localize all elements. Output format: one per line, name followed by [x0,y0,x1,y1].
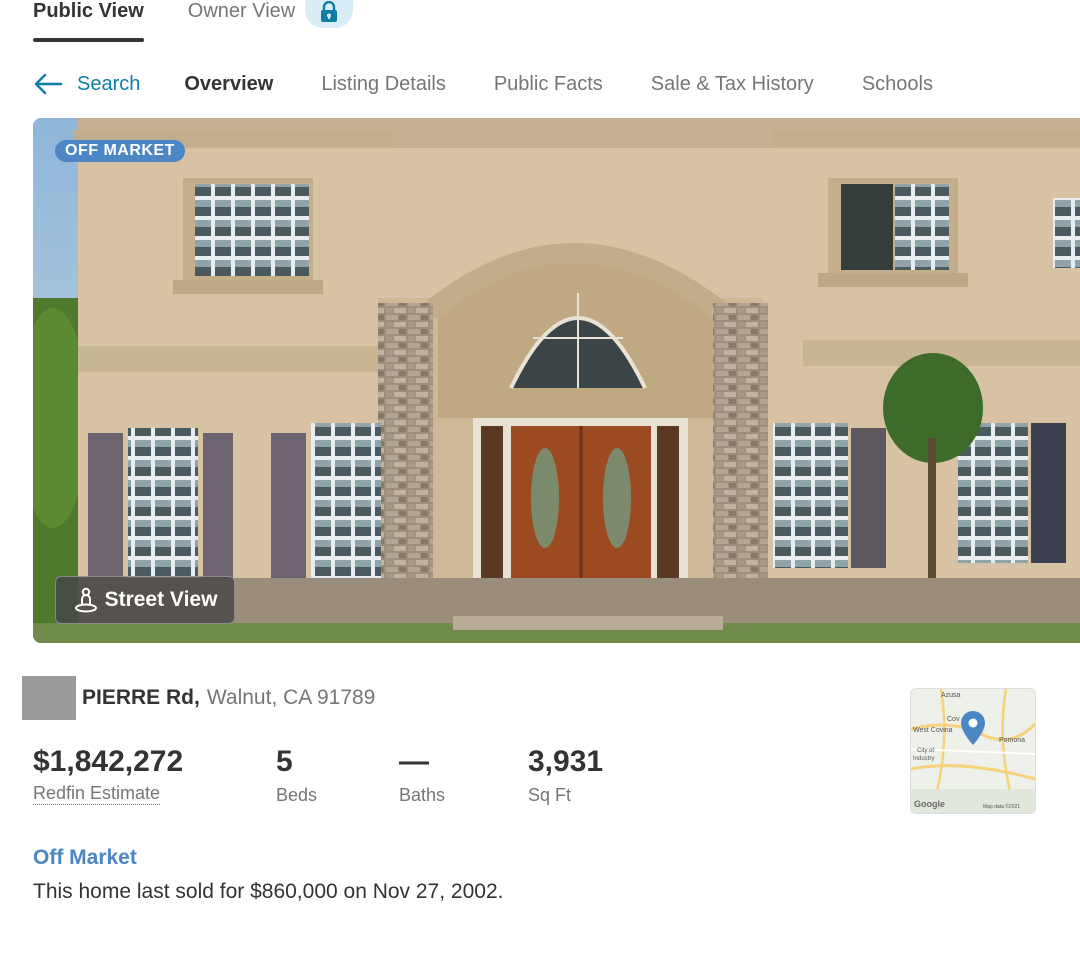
stat-price: $1,842,272 Redfin Estimate [33,742,276,808]
map-attribution: Map data ©2021 [983,803,1020,810]
house-photo-image [33,118,1080,643]
address-city: Walnut, CA 91789 [206,686,376,709]
section-nav: Search Overview Listing Details Public F… [33,66,981,102]
property-photo[interactable]: OFF MARKET Street View [33,118,1080,643]
street-view-label: Street View [104,588,218,611]
mini-map[interactable]: Azusa Cov West Covina Pomona City of Ind… [910,688,1036,814]
nav-overview[interactable]: Overview [184,73,273,96]
back-to-search-link[interactable]: Search [33,73,140,96]
nav-listing-details[interactable]: Listing Details [321,73,446,96]
map-image: Azusa Cov West Covina Pomona City of Ind… [911,689,1035,813]
arrow-left-icon [34,73,63,95]
beds-value: 5 [276,745,293,778]
back-label: Search [77,72,141,95]
address-street: PIERRE Rd, [82,686,200,709]
lock-icon [321,1,337,22]
price-value: $1,842,272 [33,745,184,778]
nav-public-facts[interactable]: Public Facts [494,73,603,96]
street-view-button[interactable]: Street View [55,576,235,624]
map-label-industry: Industry [913,756,934,762]
baths-value: — [399,745,429,778]
owner-lock-button[interactable] [305,0,353,28]
tab-owner-view[interactable]: Owner View [188,0,295,42]
stat-sqft: 3,931 Sq Ft [528,742,603,808]
map-google-logo: Google [914,799,945,809]
beds-label: Beds [276,785,318,805]
tab-public-view[interactable]: Public View [33,0,144,42]
home-stats: $1,842,272 Redfin Estimate 5 Beds — Bath… [33,742,603,808]
map-label-pomona: Pomona [999,737,1025,744]
stat-beds: 5 Beds [276,742,399,808]
status-title: Off Market [33,846,137,869]
redacted-house-number [22,676,76,720]
view-tabs: Public View Owner View [33,0,339,44]
stat-baths: — Baths [399,742,528,808]
map-label-cov: Cov [947,716,960,723]
sqft-value: 3,931 [528,745,604,778]
sqft-label: Sq Ft [528,785,572,805]
map-label-city-of: City of [917,748,934,754]
redfin-estimate-link[interactable]: Redfin Estimate [33,782,161,805]
address: PIERRE Rd, Walnut, CA 91789 [22,676,375,720]
status-description: This home last sold for $860,000 on Nov … [33,880,504,903]
off-market-badge: OFF MARKET [55,140,185,162]
baths-label: Baths [399,785,446,805]
nav-schools[interactable]: Schools [862,73,933,96]
nav-sale-tax-history[interactable]: Sale & Tax History [651,73,814,96]
map-label-west-covina: West Covina [913,727,953,734]
map-label-azusa: Azusa [941,692,961,699]
pegman-icon [74,587,97,613]
